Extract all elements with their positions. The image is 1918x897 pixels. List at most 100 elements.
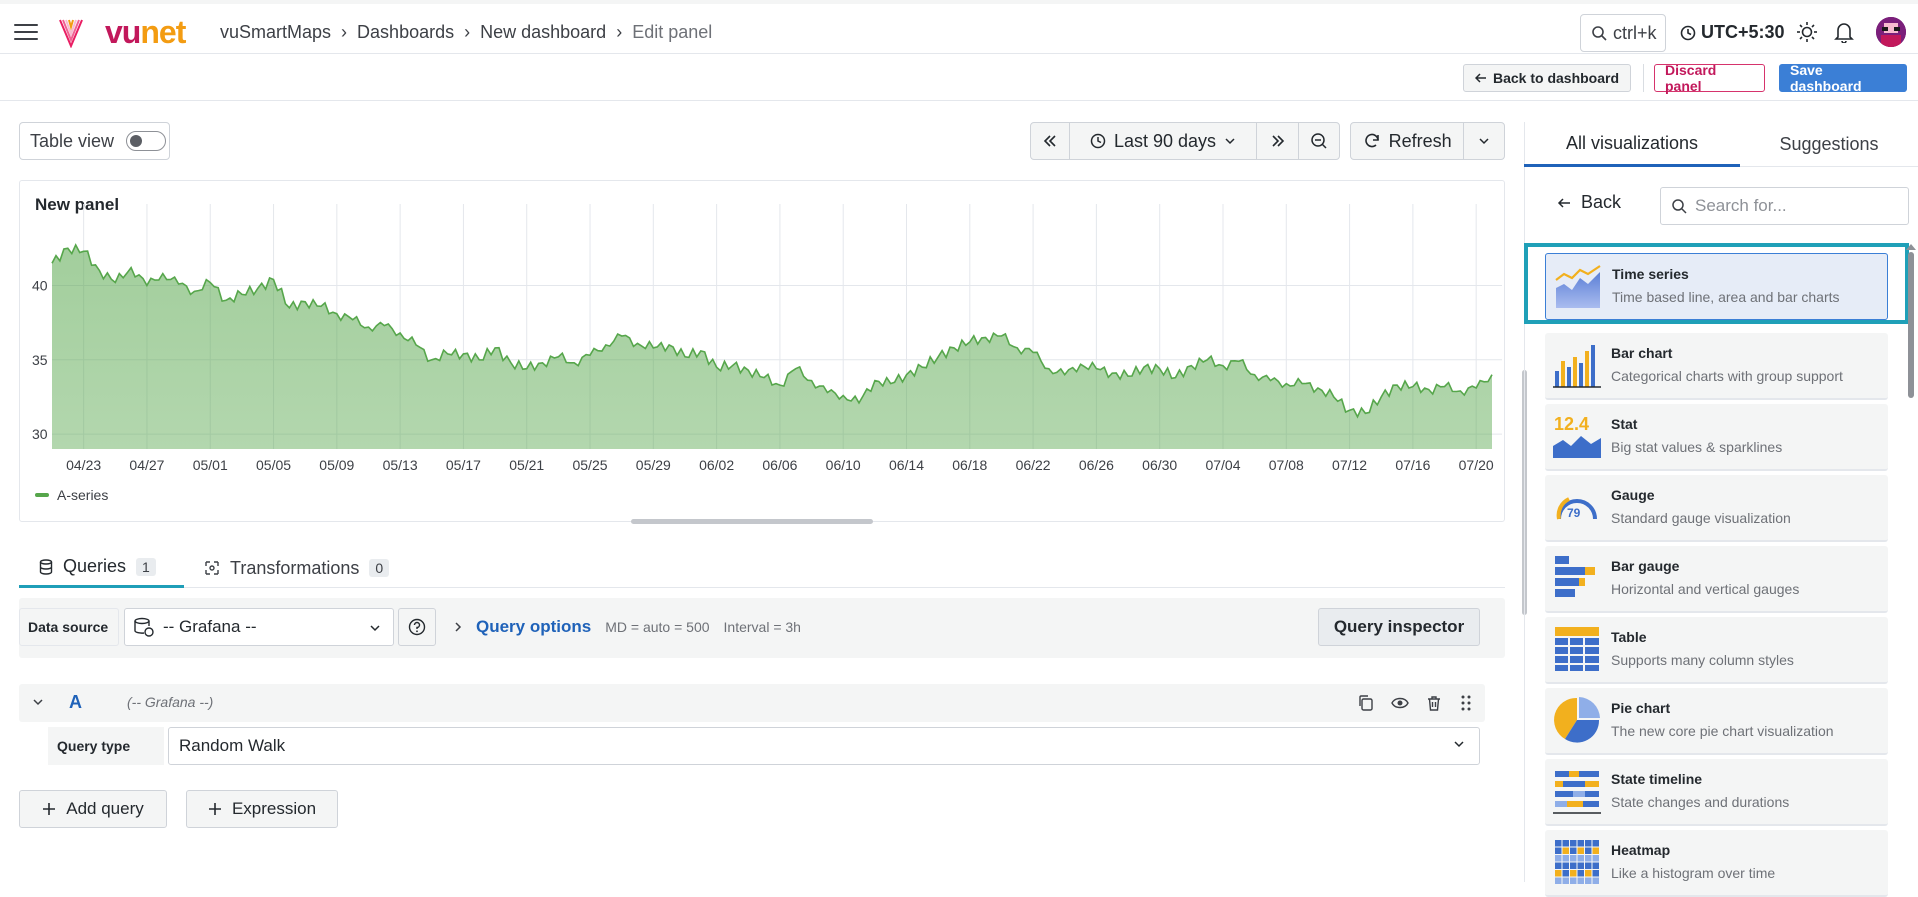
chart-y-tick-label: 40 — [32, 277, 48, 293]
heatmap-thumb-cell — [1592, 870, 1599, 877]
viz-card-pie-chart[interactable]: Pie chart The new core pie chart visuali… — [1545, 688, 1888, 755]
viz-card-heatmap[interactable]: Heatmap Like a histogram over time — [1545, 830, 1888, 897]
bell-icon — [1834, 23, 1854, 43]
viz-card-desc: Categorical charts with group support — [1611, 368, 1843, 384]
theme-toggle-button[interactable] — [1795, 20, 1819, 44]
viz-list-scrollbar[interactable] — [1908, 252, 1914, 398]
query-options-toggle[interactable]: Query options MD = auto = 500 Interval =… — [442, 608, 1312, 646]
zoom-out-button[interactable] — [1299, 123, 1339, 159]
table-view-toggle[interactable]: Table view — [19, 122, 170, 160]
scroll-up-arrow-icon[interactable] — [1906, 244, 1916, 250]
table-view-label: Table view — [30, 130, 115, 151]
chart-legend[interactable]: A-series — [35, 487, 108, 503]
heatmap-thumb-cell — [1555, 840, 1562, 847]
viz-card-table[interactable]: Table Supports many column styles — [1545, 617, 1888, 684]
database-icon — [39, 558, 53, 575]
duplicate-icon[interactable] — [1357, 694, 1375, 712]
refresh-interval-dropdown[interactable] — [1464, 123, 1504, 159]
refresh-picker: Refresh — [1350, 122, 1505, 160]
clock-icon — [1680, 25, 1696, 40]
viz-card-stat[interactable]: 12.4 Stat Big stat values & sparklines — [1545, 404, 1888, 471]
datasource-help-button[interactable] — [398, 608, 436, 646]
avatar[interactable] — [1876, 17, 1906, 47]
panel-resize-handle[interactable] — [631, 519, 873, 524]
heatmap-thumb-cell — [1570, 862, 1577, 869]
eye-icon[interactable] — [1391, 694, 1409, 712]
breadcrumb-item-dashboard[interactable]: New dashboard — [480, 22, 606, 43]
query-letter[interactable]: A — [69, 692, 82, 713]
chart-x-tick-label: 06/14 — [889, 457, 924, 473]
datasource-select[interactable]: -- Grafana -- — [124, 608, 394, 646]
tab-queries[interactable]: Queries 1 — [19, 548, 184, 588]
back-to-dashboard-label: Back to dashboard — [1492, 70, 1620, 86]
heatmap-thumb-cell — [1577, 840, 1584, 847]
refresh-button[interactable]: Refresh — [1351, 123, 1465, 159]
heatmap-thumb-cell — [1577, 870, 1584, 877]
time-shift-forward-button[interactable] — [1257, 123, 1299, 159]
heatmap-thumb-cell — [1577, 855, 1584, 862]
global-search-button[interactable]: ctrl+k — [1580, 14, 1666, 52]
sun-icon — [1797, 22, 1817, 42]
time-range-select[interactable]: Last 90 days — [1070, 123, 1257, 159]
plus-icon — [43, 803, 56, 815]
viz-card-bar-chart[interactable]: Bar chart Categorical charts with group … — [1545, 333, 1888, 400]
viz-back-label: Back — [1581, 192, 1622, 212]
table-thumb-icon — [1555, 627, 1599, 671]
add-query-button[interactable]: Add query — [19, 790, 167, 828]
back-to-dashboard-button[interactable]: Back to dashboard — [1463, 64, 1631, 92]
viz-card-state-timeline[interactable]: State timeline State changes and duratio… — [1545, 759, 1888, 826]
notifications-button[interactable] — [1832, 20, 1856, 44]
time-shift-back-button[interactable] — [1031, 123, 1070, 159]
gauge-thumb-value: 79 — [1567, 506, 1581, 520]
heatmap-thumb-cell — [1592, 847, 1599, 854]
chart-x-tick-label: 07/12 — [1332, 457, 1367, 473]
query-inspector-button[interactable]: Query inspector — [1318, 608, 1480, 646]
vunet-logo-text[interactable]: vunet — [105, 14, 186, 51]
add-expression-button[interactable]: Expression — [186, 790, 338, 828]
save-dashboard-button[interactable]: Save dashboard — [1779, 62, 1907, 94]
query-options-title: Query options — [476, 617, 592, 636]
pie-chart-thumb-icon — [1554, 697, 1600, 743]
breadcrumb-separator-icon: › — [341, 22, 348, 42]
query-type-select[interactable]: Random Walk — [168, 727, 1480, 765]
heatmap-thumb-cell — [1555, 847, 1562, 854]
viz-card-desc: Horizontal and vertical gauges — [1611, 581, 1800, 597]
chart-x-tick-label: 06/10 — [826, 457, 861, 473]
heatmap-thumb-cell — [1562, 862, 1569, 869]
viz-card-name: Stat — [1611, 416, 1638, 432]
chart-y-tick-label: 35 — [32, 352, 48, 368]
plus-icon — [208, 803, 221, 815]
chart-x-tick-label: 06/02 — [699, 457, 734, 473]
heatmap-thumb-cell — [1555, 877, 1562, 884]
query-options-md: MD = auto = 500 — [605, 619, 710, 635]
menu-icon[interactable] — [14, 24, 38, 40]
heatmap-thumb-cell — [1592, 877, 1599, 884]
heatmap-thumb-cell — [1585, 862, 1592, 869]
timezone-display[interactable]: UTC+5:30 — [1680, 22, 1785, 43]
breadcrumb-item-home[interactable]: vuSmartMaps — [220, 22, 331, 43]
heatmap-thumb-cell — [1585, 855, 1592, 862]
user-avatar-icon — [1876, 17, 1906, 47]
add-query-label: Add query — [66, 799, 144, 818]
tab-transformations[interactable]: Transformations 0 — [204, 548, 390, 588]
heatmap-thumb-cell — [1585, 877, 1592, 884]
breadcrumb-item-dashboards[interactable]: Dashboards — [357, 22, 454, 43]
trash-icon[interactable] — [1425, 694, 1443, 712]
tab-all-visualizations[interactable]: All visualizations — [1524, 122, 1740, 167]
viz-card-gauge[interactable]: 79 Gauge Standard gauge visualization — [1545, 475, 1888, 542]
viz-back-button[interactable]: Back — [1557, 192, 1621, 213]
tab-suggestions[interactable]: Suggestions — [1740, 122, 1918, 167]
refresh-icon — [1364, 133, 1379, 148]
clock-icon — [1090, 133, 1106, 149]
discard-panel-button[interactable]: Discard panel — [1654, 62, 1765, 94]
viz-card-desc: State changes and durations — [1611, 794, 1790, 810]
selection-highlight — [1524, 243, 1909, 324]
table-view-switch[interactable] — [126, 131, 167, 151]
chevron-down-icon[interactable] — [31, 695, 45, 709]
heatmap-thumb-cell — [1592, 855, 1599, 862]
heatmap-thumb-cell — [1570, 877, 1577, 884]
drag-handle-icon[interactable] — [1459, 694, 1473, 712]
visualization-search-input[interactable]: Search for... — [1660, 187, 1909, 225]
arrow-left-icon — [1557, 197, 1570, 208]
viz-card-bar-gauge[interactable]: Bar gauge Horizontal and vertical gauges — [1545, 546, 1888, 613]
